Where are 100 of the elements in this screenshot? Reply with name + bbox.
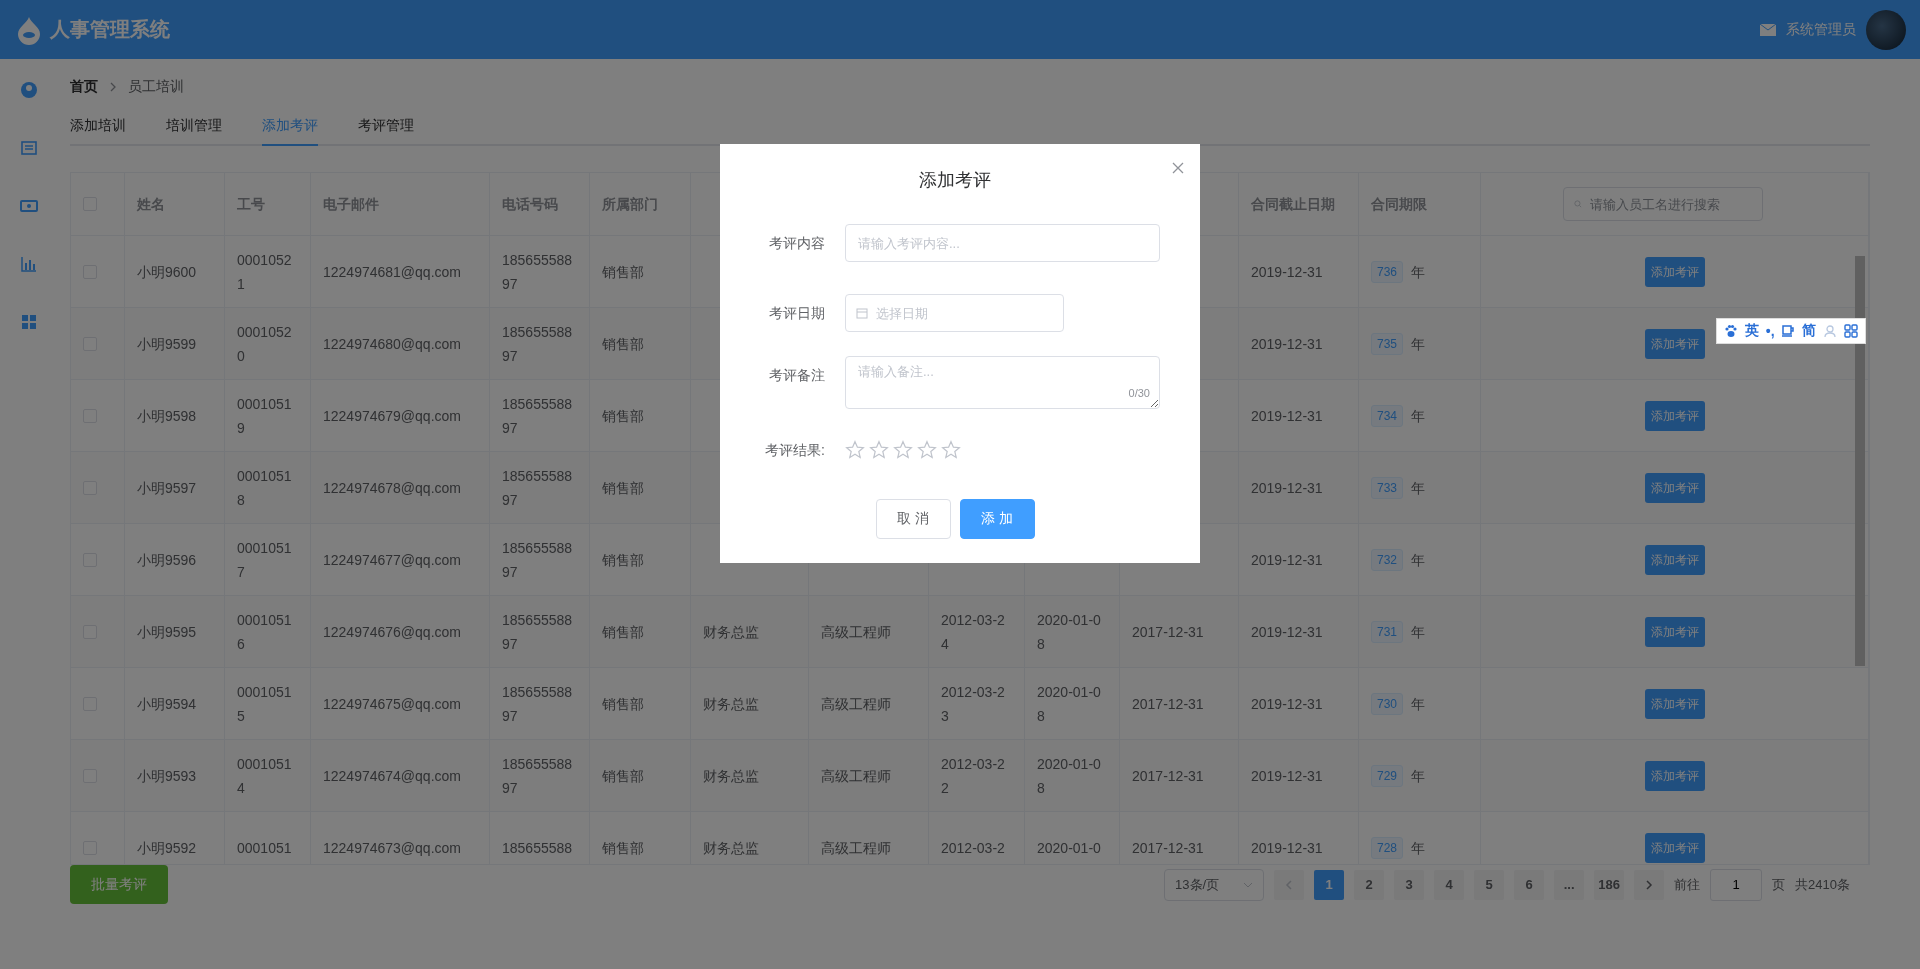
breadcrumb-item[interactable]: 首页: [70, 78, 98, 96]
avatar[interactable]: [1866, 9, 1906, 50]
add-review-button[interactable]: 添加考评: [1644, 400, 1705, 431]
page-button[interactable]: 2: [1354, 869, 1385, 900]
card-icon[interactable]: [19, 197, 38, 215]
app-title: 人事管理系统: [50, 17, 170, 42]
prev-page-button[interactable]: [1274, 869, 1305, 900]
term-tag: 734: [1371, 404, 1404, 427]
star-icon[interactable]: [917, 440, 937, 460]
ime-mode[interactable]: 英: [1745, 322, 1760, 340]
mail-icon[interactable]: [1760, 23, 1776, 36]
page-input[interactable]: 1: [1710, 868, 1763, 901]
cup-icon[interactable]: [1781, 324, 1796, 338]
calendar-icon: [856, 307, 868, 319]
jumper-suffix: 页: [1772, 875, 1786, 894]
table-cell-text: 00010517: [237, 538, 293, 582]
date-picker[interactable]: 选择日期: [845, 294, 1064, 332]
term-unit: 年: [1411, 334, 1426, 354]
next-page-button[interactable]: [1634, 869, 1665, 900]
table-cell-text: 18565558897: [502, 754, 574, 798]
page-button[interactable]: 1: [1314, 869, 1345, 900]
table-cell-text: 销售部: [602, 550, 644, 570]
add-button[interactable]: 添 加: [959, 499, 1035, 539]
table-cell-text: 0001051: [237, 838, 293, 858]
table-cell-text: 1224974678@qq.com: [323, 478, 461, 498]
term-tag: 733: [1371, 476, 1404, 499]
ime-punctuation[interactable]: •,: [1765, 323, 1775, 339]
term-unit: 年: [1411, 766, 1426, 786]
term-unit: 年: [1411, 694, 1426, 714]
table-cell-text: 2020-01-08: [1037, 754, 1102, 798]
table-cell-text: 00010514: [237, 754, 293, 798]
table-cell-text: 小明9597: [137, 478, 197, 498]
star-icon[interactable]: [845, 440, 865, 460]
term-unit: 年: [1411, 262, 1426, 282]
add-review-button[interactable]: 添加考评: [1644, 472, 1705, 503]
table-cell-text: 2019-12-31: [1251, 262, 1323, 282]
table-cell-text: 销售部: [602, 766, 644, 786]
term-unit: 年: [1411, 622, 1426, 642]
batch-review-button[interactable]: 批量考评: [70, 865, 168, 904]
grid-icon[interactable]: [1843, 324, 1858, 338]
paw-icon[interactable]: [1724, 324, 1739, 338]
page-button[interactable]: 3: [1394, 869, 1425, 900]
table-cell-text: 财务总监: [703, 694, 759, 714]
ime-script[interactable]: 简: [1802, 322, 1817, 340]
scrollbar[interactable]: [1855, 256, 1865, 666]
breadcrumb-item[interactable]: 员工培训: [128, 78, 184, 96]
tab[interactable]: 考评管理: [358, 109, 414, 146]
add-review-button[interactable]: 添加考评: [1644, 832, 1705, 863]
cancel-button[interactable]: 取 消: [875, 499, 951, 539]
table-cell-text: 销售部: [602, 694, 644, 714]
tab[interactable]: 培训管理: [166, 109, 222, 146]
field-label: 考评结果:: [764, 441, 825, 460]
page-button[interactable]: 4: [1434, 869, 1465, 900]
grid-icon[interactable]: [19, 313, 38, 331]
add-review-button[interactable]: 添加考评: [1644, 256, 1705, 287]
table-cell-text: 2017-12-31: [1132, 838, 1204, 858]
table-cell-text: 1224974677@qq.com: [323, 550, 461, 570]
table-cell-text: 18565558897: [502, 538, 574, 582]
bar-chart-icon[interactable]: [19, 255, 38, 273]
table-cell-text: 2019-12-31: [1251, 766, 1323, 786]
table-cell-text: 销售部: [602, 334, 644, 354]
table-cell-text: 2020-01-0: [1037, 838, 1102, 858]
table-cell-text: 2019-12-31: [1251, 622, 1323, 642]
page-button[interactable]: 6: [1514, 869, 1545, 900]
user-icon[interactable]: [19, 81, 38, 99]
add-review-button[interactable]: 添加考评: [1644, 760, 1705, 791]
tab[interactable]: 添加考评: [262, 109, 318, 146]
add-review-button[interactable]: 添加考评: [1644, 688, 1705, 719]
table-cell-text: 2020-01-08: [1037, 682, 1102, 726]
table-cell-text: 销售部: [602, 838, 644, 858]
table-cell-text: 2012-03-23: [941, 682, 1006, 726]
user-name[interactable]: 系统管理员: [1786, 20, 1856, 39]
close-icon[interactable]: [1172, 162, 1184, 174]
table-cell-text: 2019-12-31: [1251, 334, 1323, 354]
page-button[interactable]: 5: [1474, 869, 1505, 900]
add-review-button[interactable]: 添加考评: [1644, 328, 1705, 359]
table-cell-text: 销售部: [602, 262, 644, 282]
page-button[interactable]: 186: [1594, 869, 1625, 900]
table-cell-text: 00010521: [237, 250, 293, 294]
document-icon[interactable]: [19, 139, 38, 157]
star-icon[interactable]: [941, 440, 961, 460]
add-review-button[interactable]: 添加考评: [1644, 616, 1705, 647]
add-review-button[interactable]: 添加考评: [1644, 544, 1705, 575]
star-icon[interactable]: [869, 440, 889, 460]
term-tag: 732: [1371, 548, 1404, 571]
content-input[interactable]: 请输入考评内容...: [845, 224, 1160, 262]
field-label: 考评内容: [768, 234, 825, 253]
table-cell-text: 1224974673@qq.com: [323, 838, 461, 858]
table-cell-text: 00010516: [237, 610, 293, 654]
page-button[interactable]: ...: [1554, 869, 1585, 900]
table-cell-text: 小明9593: [137, 766, 197, 786]
table-cell-text: 2019-12-31: [1251, 478, 1323, 498]
table-cell-text: 00010520: [237, 322, 293, 366]
user-icon[interactable]: [1822, 324, 1837, 338]
table-cell-text: 小明9594: [137, 694, 197, 714]
tab[interactable]: 添加培训: [70, 109, 126, 146]
term-tag: 729: [1371, 764, 1404, 787]
star-icon[interactable]: [893, 440, 913, 460]
page-size-select[interactable]: 13条/页: [1164, 868, 1265, 901]
table-cell-text: 18565558897: [502, 466, 574, 510]
